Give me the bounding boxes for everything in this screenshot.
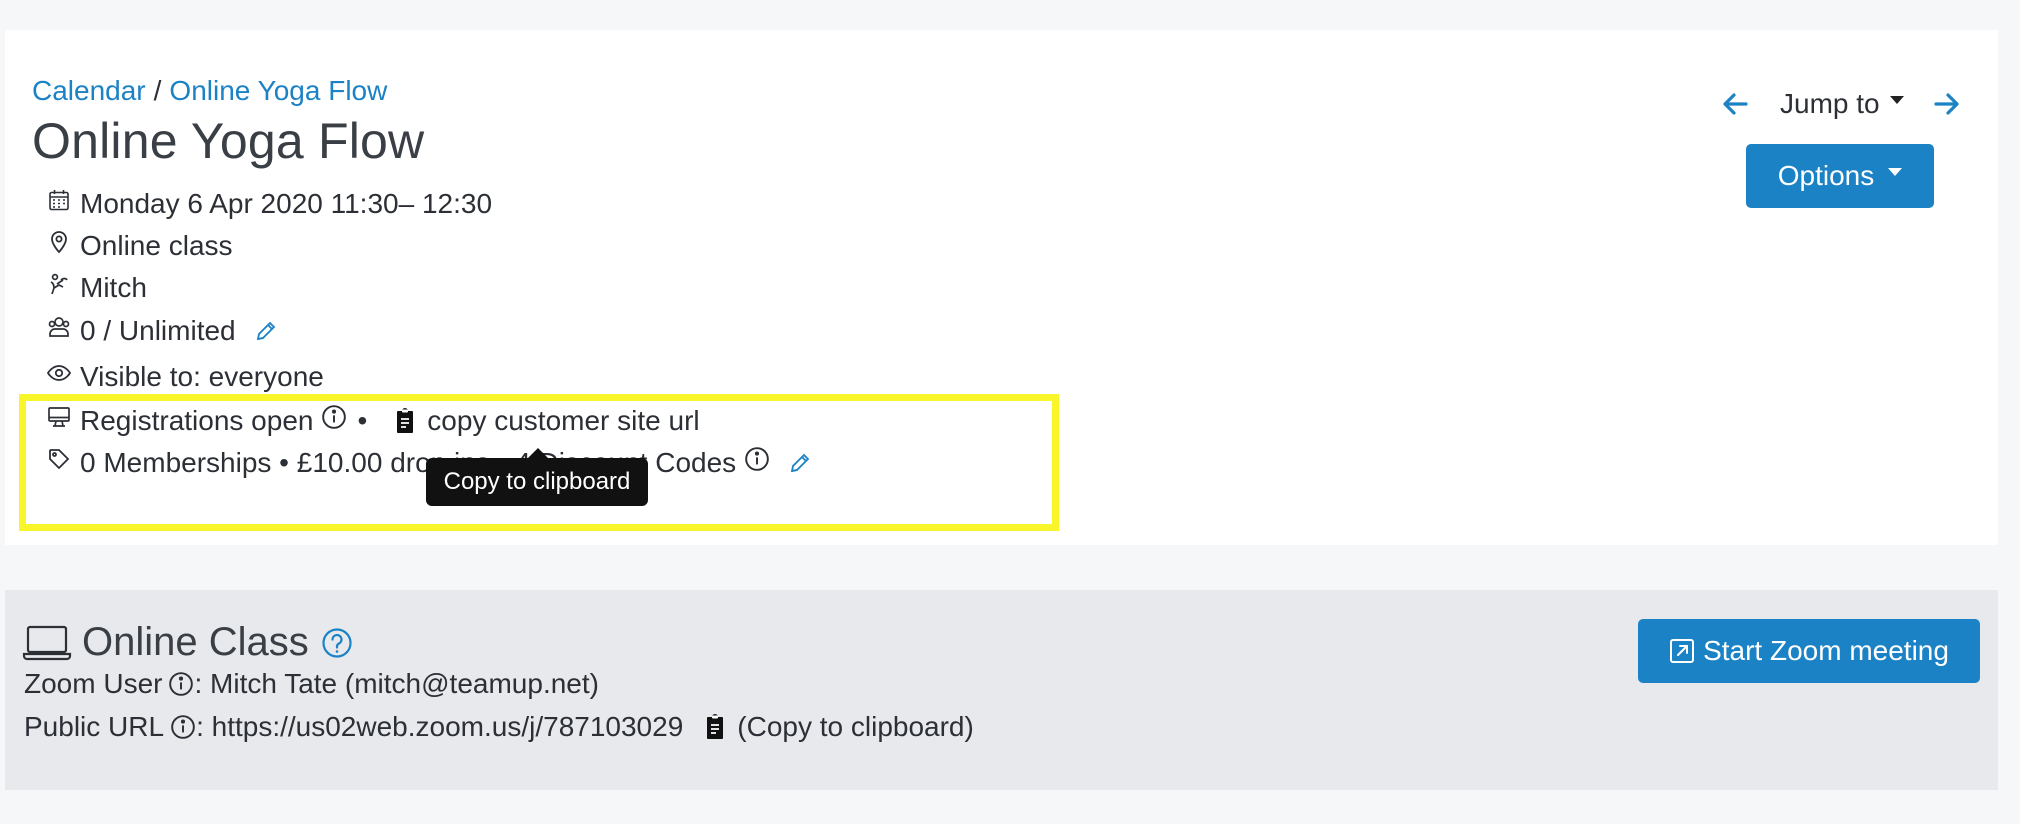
help-icon[interactable] [321, 627, 353, 659]
breadcrumb-event-link[interactable]: Online Yoga Flow [169, 75, 387, 106]
options-button[interactable]: Options [1746, 144, 1934, 208]
arrow-left-icon[interactable] [1720, 89, 1750, 119]
arrow-right-icon[interactable] [1932, 89, 1962, 119]
start-zoom-meeting-button[interactable]: Start Zoom meeting [1638, 619, 1980, 683]
external-link-icon [1669, 638, 1695, 664]
chevron-down-icon [1888, 168, 1903, 176]
options-button-label: Options [1777, 160, 1875, 191]
page-title: Online Yoga Flow [32, 113, 425, 169]
people-icon [46, 314, 72, 340]
public-url-row: Public URL : https://us02web.zoom.us/j/7… [24, 711, 974, 743]
datetime-row: Monday 6 Apr 2020 11:30– 12:30 [46, 187, 492, 221]
zoom-user-row: Zoom User : Mitch Tate (mitch@teamup.net… [24, 668, 599, 700]
capacity-text: 0 / Unlimited [80, 315, 236, 346]
visibility-text: Visible to: everyone [80, 361, 324, 392]
location-row: Online class [46, 229, 233, 263]
zoom-user-info-icon[interactable] [168, 671, 194, 697]
instructor-icon [46, 271, 72, 297]
location-text: Online class [80, 230, 233, 261]
breadcrumb-separator: / [153, 75, 162, 106]
online-class-title-text: Online Class [82, 620, 309, 664]
event-navigation: Jump to [1720, 84, 1962, 124]
zoom-user-value: : Mitch Tate (mitch@teamup.net) [194, 668, 599, 699]
edit-capacity-pencil-icon[interactable] [254, 319, 278, 343]
public-url-info-icon[interactable] [170, 714, 196, 740]
chevron-down-icon [1889, 96, 1904, 104]
jump-to-dropdown[interactable]: Jump to [1780, 88, 1880, 120]
public-url-value[interactable]: : https://us02web.zoom.us/j/787103029 [196, 711, 683, 743]
eye-icon [46, 360, 72, 386]
breadcrumb-calendar-link[interactable]: Calendar [32, 75, 146, 106]
calendar-icon [46, 187, 72, 213]
clipboard-icon[interactable] [703, 714, 727, 740]
breadcrumb: Calendar / Online Yoga Flow [32, 75, 387, 107]
map-pin-icon [46, 229, 72, 255]
online-class-title: Online Class [22, 620, 353, 665]
visibility-row: Visible to: everyone [46, 360, 324, 394]
zoom-user-label: Zoom User [24, 668, 163, 699]
laptop-icon [22, 623, 72, 663]
datetime-text: Monday 6 Apr 2020 11:30– 12:30 [80, 188, 493, 219]
instructor-text: Mitch [80, 272, 147, 303]
public-url-label: Public URL [24, 711, 165, 742]
copy-tooltip: Copy to clipboard [426, 448, 648, 506]
instructor-row: Mitch [46, 271, 147, 305]
copy-public-url-link[interactable]: (Copy to clipboard) [737, 711, 974, 743]
capacity-row: 0 / Unlimited [46, 314, 278, 348]
start-zoom-meeting-label: Start Zoom meeting [1703, 635, 1949, 666]
